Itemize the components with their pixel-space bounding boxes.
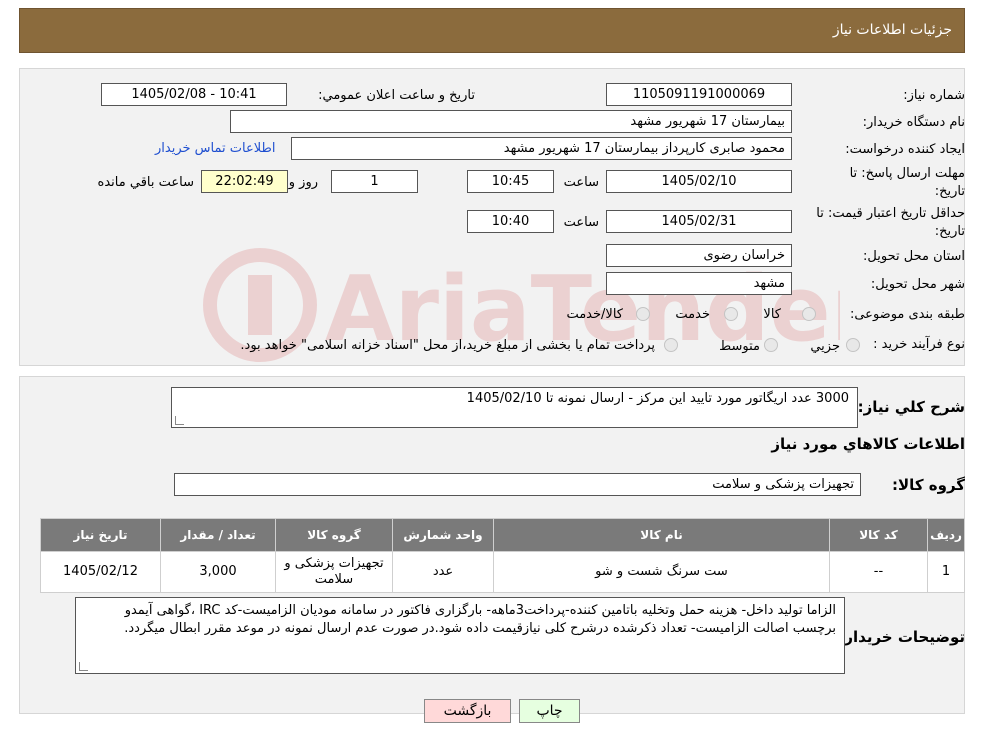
deadline-label-2: تاریخ: [934, 184, 965, 199]
cell-row: 1 [927, 551, 965, 593]
resize-grip-icon[interactable] [79, 662, 88, 671]
cell-code: -- [829, 551, 928, 593]
need-number-field: 1105091191000069 [606, 83, 792, 106]
goods-info-title: اطلاعات كالاهاي مورد نياز [771, 435, 965, 453]
buyer-org-field: بیمارستان 17 شهریور مشهد [230, 110, 792, 133]
creator-field: محمود صابری کارپرداز بیمارستان 17 شهریور… [291, 137, 792, 160]
process-note: پرداخت تمام یا بخشی از مبلغ خرید،از محل … [240, 338, 655, 353]
category-radio-goods-service[interactable] [636, 307, 650, 321]
summary-label: شرح كلي نياز: [857, 398, 965, 416]
remaining-time-field: 22:02:49 [201, 170, 288, 193]
contact-buyer-link[interactable]: اطلاعات تماس خریدار [155, 141, 275, 156]
category-label: طبقه بندی موضوعی: [849, 307, 965, 322]
summary-text: 3000 عدد اریگاتور مورد تایید این مرکز - … [466, 391, 849, 406]
buyer-notes-text: الزاما تولید داخل- هزینه حمل وتخلیه باتا… [124, 603, 836, 636]
category-option-goods: کالا [763, 307, 781, 322]
remaining-label: ساعت باقي مانده [97, 175, 194, 190]
need-number-label: شماره نیاز: [903, 88, 965, 103]
province-label: استان محل تحویل: [863, 249, 965, 264]
print-button[interactable]: چاپ [519, 699, 580, 723]
page-title: جزئیات اطلاعات نیاز [832, 22, 952, 38]
buyer-notes-label: توضیحات خریدار: [838, 628, 965, 646]
validity-time-label: ساعت [563, 215, 599, 230]
goods-group-field: تجهیزات پزشکی و سلامت [174, 473, 861, 496]
category-radio-service[interactable] [724, 307, 738, 321]
col-unit: واحد شمارش [392, 518, 494, 552]
summary-textarea[interactable]: 3000 عدد اریگاتور مورد تایید این مرکز - … [171, 387, 858, 428]
province-field: خراسان رضوی [606, 244, 792, 267]
creator-label: ایجاد کننده درخواست: [845, 142, 965, 157]
cell-group: تجهیزات پزشکی و سلامت [275, 551, 393, 593]
goods-group-label: گروه کالا: [892, 476, 965, 494]
col-code: کد کالا [829, 518, 928, 552]
days-field: 1 [331, 170, 418, 193]
goods-table: رديف کد کالا نام کالا واحد شمارش گروه کا… [40, 518, 965, 593]
announce-label: تاريخ و ساعت اعلان عمومي: [318, 88, 475, 103]
category-radio-goods[interactable] [802, 307, 816, 321]
process-radio-medium[interactable] [764, 338, 778, 352]
category-option-goods-service: کالا/خدمت [566, 307, 623, 322]
cell-date: 1405/02/12 [40, 551, 161, 593]
process-option-minor: جزیي [810, 339, 840, 354]
back-button[interactable]: بازگشت [424, 699, 511, 723]
col-group: گروه کالا [275, 518, 393, 552]
buyer-notes-textarea[interactable]: الزاما تولید داخل- هزینه حمل وتخلیه باتا… [75, 597, 845, 674]
process-radio-minor[interactable] [846, 338, 860, 352]
category-option-service: خدمت [675, 307, 710, 322]
process-option-medium: متوسط [719, 339, 760, 354]
deadline-time-field: 10:45 [467, 170, 554, 193]
announce-field: 1405/02/08 - 10:41 [101, 83, 287, 106]
col-date: تاریخ نیاز [40, 518, 161, 552]
deadline-date-field: 1405/02/10 [606, 170, 792, 193]
city-field: مشهد [606, 272, 792, 295]
col-row: رديف [927, 518, 965, 552]
validity-time-field: 10:40 [467, 210, 554, 233]
validity-label-2: تاریخ: [934, 224, 965, 239]
cell-qty: 3,000 [160, 551, 276, 593]
validity-date-field: 1405/02/31 [606, 210, 792, 233]
process-checkbox-treasury[interactable] [664, 338, 678, 352]
city-label: شهر محل تحویل: [870, 277, 965, 292]
page-header: جزئیات اطلاعات نیاز [19, 8, 965, 53]
deadline-label-1: مهلت ارسال پاسخ: تا [849, 166, 965, 181]
col-name: نام کالا [493, 518, 830, 552]
table-row: 1 -- ست سرنگ شست و شو عدد تجهیزات پزشکی … [40, 551, 965, 593]
resize-grip-icon[interactable] [175, 416, 184, 425]
cell-unit: عدد [392, 551, 494, 593]
days-label: روز و [288, 175, 318, 190]
cell-name: ست سرنگ شست و شو [493, 551, 830, 593]
buyer-org-label: نام دستگاه خریدار: [862, 115, 965, 130]
validity-label-1: حداقل تاریخ اعتبار قیمت: تا [816, 206, 965, 221]
deadline-time-label: ساعت [563, 175, 599, 190]
table-header-row: رديف کد کالا نام کالا واحد شمارش گروه کا… [40, 518, 965, 552]
process-label: نوع فرآیند خرید : [873, 337, 965, 352]
col-qty: تعداد / مقدار [160, 518, 276, 552]
